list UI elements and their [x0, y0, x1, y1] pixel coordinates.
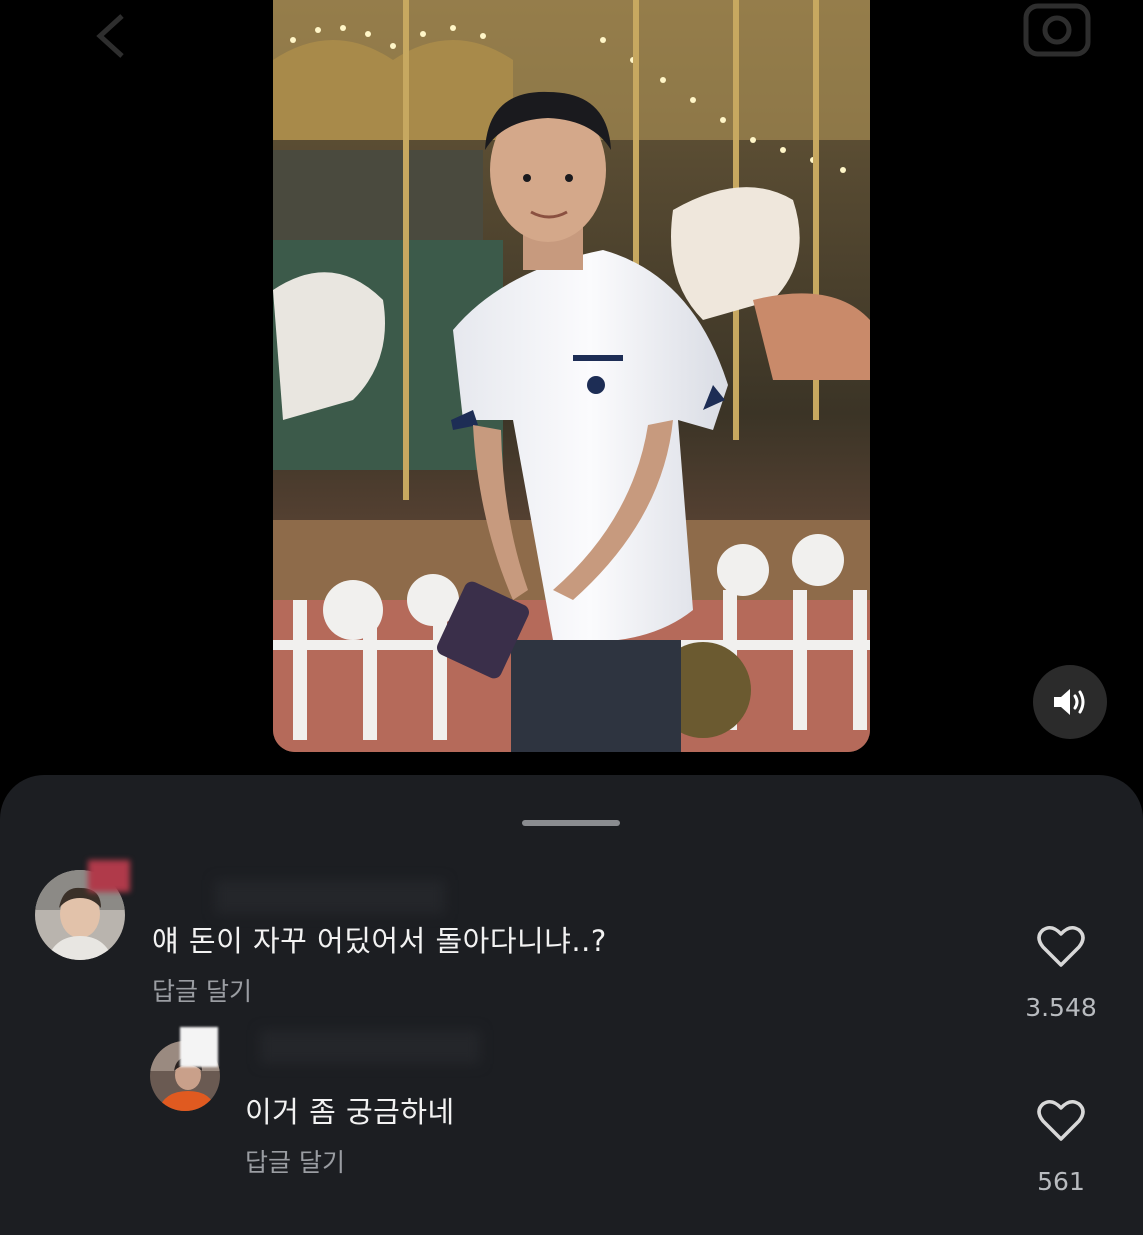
video-player[interactable]: [273, 0, 870, 752]
reply-button[interactable]: 답글 달기: [152, 972, 252, 1008]
like-count: 561: [1037, 1167, 1085, 1196]
like-count: 3.548: [1025, 993, 1097, 1022]
username-redaction: [88, 860, 130, 892]
reply-button[interactable]: 답글 달기: [245, 1143, 345, 1179]
username-redaction: [260, 1030, 480, 1064]
comments-sheet: 얘 돈이 자꾸 어딨어서 돌아다니냐..? 답글 달기 3.548 이거 좀 궁…: [0, 775, 1143, 1235]
heart-icon[interactable]: [1037, 925, 1085, 969]
comment-text: 이거 좀 궁금하네: [245, 1095, 455, 1129]
speaker-on-icon: [1054, 689, 1085, 715]
username-redaction: [180, 1027, 218, 1067]
comment-text: 얘 돈이 자꾸 어딨어서 돌아다니냐..?: [152, 924, 607, 958]
sheet-grabber[interactable]: [522, 820, 620, 826]
username-redaction: [215, 880, 445, 914]
chevron-left-icon[interactable]: [92, 12, 132, 60]
volume-button[interactable]: [1033, 665, 1107, 739]
camera-icon[interactable]: [1020, 0, 1094, 60]
heart-icon[interactable]: [1037, 1099, 1085, 1143]
video-frame: [273, 0, 870, 752]
